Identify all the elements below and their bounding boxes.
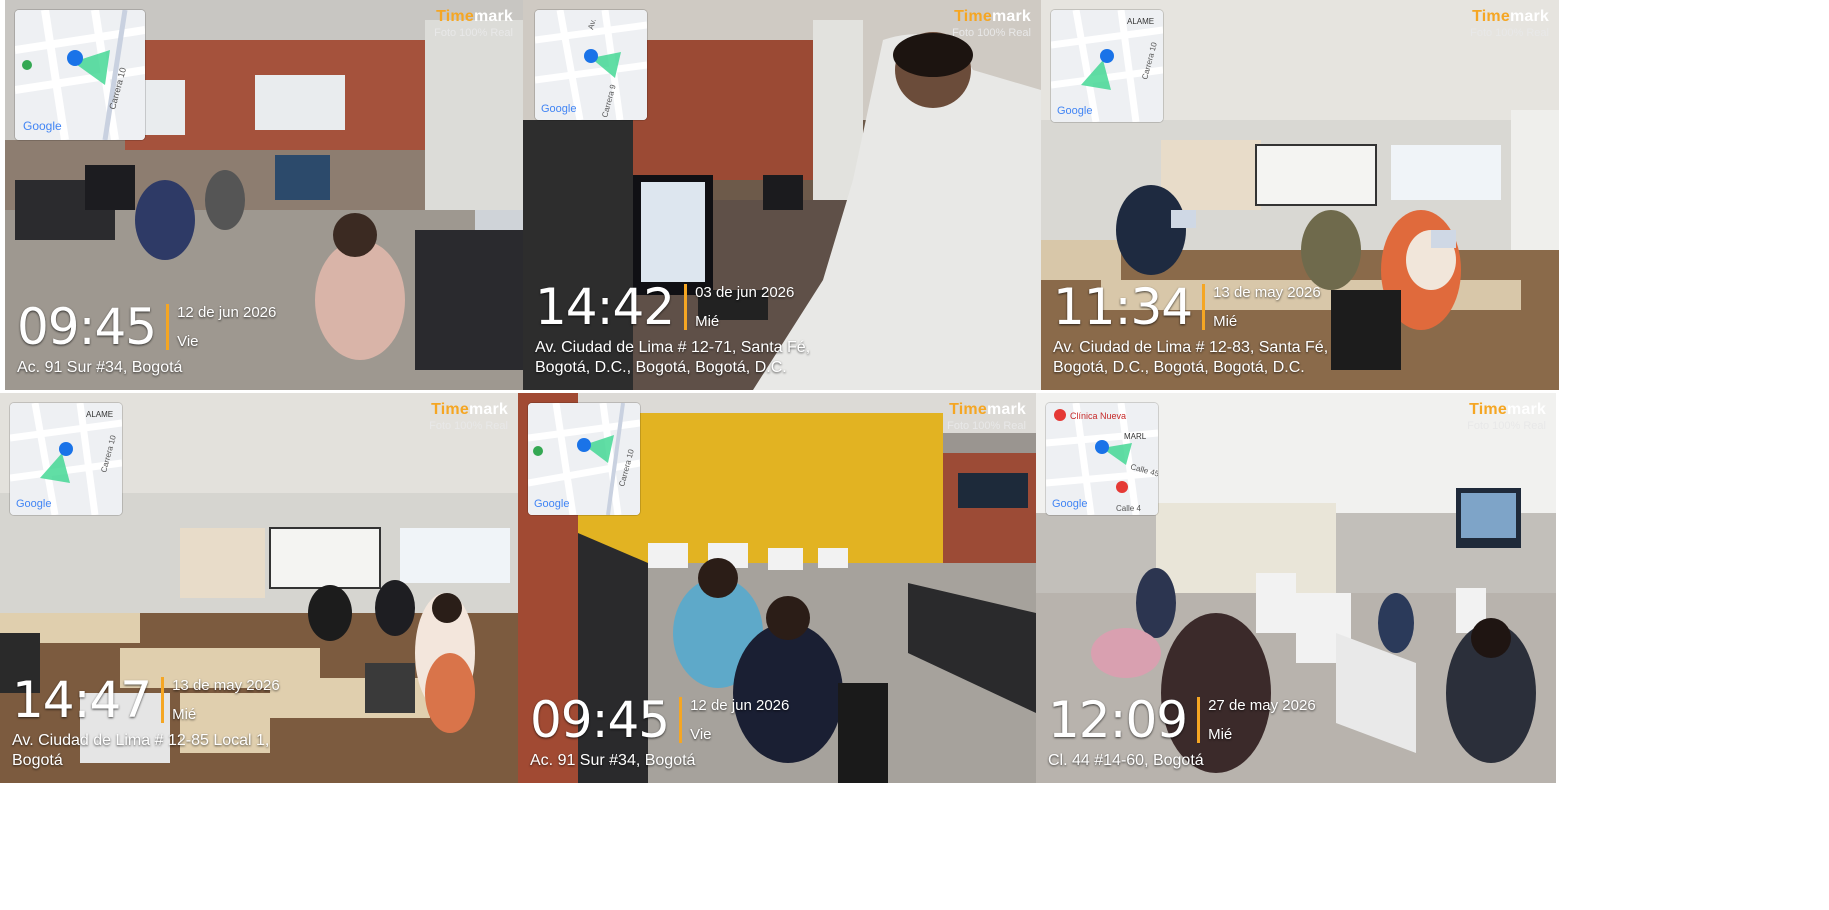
google-logo: Google: [23, 119, 62, 133]
map-street-label: ALAME: [86, 410, 113, 419]
location-map-thumbnail: Clínica Nueva MARL Calle 45 Calle 4 Goog…: [1046, 403, 1158, 515]
weekday-text: Mié: [1213, 313, 1238, 330]
time-text: 09:45: [17, 298, 157, 356]
time-text: 11:34: [1053, 278, 1193, 336]
location-map-thumbnail: Google ALAME Carrera 10: [1051, 10, 1163, 122]
timemark-brand: Timemark Foto 100% Real: [1470, 8, 1549, 39]
photo-tile-4: Google ALAME Carrera 10 Timemark Foto 10…: [0, 393, 518, 783]
weekday-text: Vie: [177, 333, 199, 350]
map-poi-label: Clínica Nueva: [1070, 411, 1126, 421]
weekday-text: Mié: [1208, 726, 1233, 743]
timemark-brand: Timemark Foto 100% Real: [947, 401, 1026, 432]
address-line: Av. Ciudad de Lima # 12-83, Santa Fé,: [1053, 339, 1329, 356]
separator-bar: [684, 284, 688, 330]
tagline: Foto 100% Real: [429, 420, 508, 432]
google-logo: Google: [1052, 498, 1087, 510]
timestamp-overlay: 14:42 03 de jun 2026 Mié Av. Ciudad de L…: [535, 282, 810, 378]
timemark-brand: Timemark Foto 100% Real: [429, 401, 508, 432]
time-text: 09:45: [530, 691, 670, 749]
date-text: 13 de may 2026: [1213, 284, 1321, 301]
timemark-brand: Timemark Foto 100% Real: [1467, 401, 1546, 432]
address-line: Cl. 44 #14-60, Bogotá: [1048, 752, 1204, 769]
google-logo: Google: [16, 498, 51, 510]
map-street-label: MARL: [1124, 432, 1147, 441]
location-map-thumbnail: Google Av. Carrera 9: [535, 10, 647, 120]
time-text: 14:42: [535, 278, 675, 336]
weekday-text: Vie: [690, 726, 712, 743]
photo-tile-6: Clínica Nueva MARL Calle 45 Calle 4 Goog…: [1036, 393, 1556, 783]
timestamp-overlay: 14:47 13 de may 2026 Mié Av. Ciudad de L…: [12, 675, 280, 771]
location-map-thumbnail: Google Carrera 10: [528, 403, 640, 515]
map-street-label: Calle 4: [1116, 504, 1141, 513]
address-line: Bogotá: [12, 752, 63, 769]
address-line: Ac. 91 Sur #34, Bogotá: [530, 752, 696, 769]
date-text: 12 de jun 2026: [690, 697, 790, 714]
weekday-text: Mié: [695, 313, 720, 330]
address-line: Ac. 91 Sur #34, Bogotá: [17, 359, 183, 376]
date-text: 12 de jun 2026: [177, 304, 277, 321]
date-text: 27 de may 2026: [1208, 697, 1316, 714]
separator-bar: [1197, 697, 1201, 743]
location-map-thumbnail: Google Carrera 10: [15, 10, 145, 140]
tagline: Foto 100% Real: [947, 420, 1026, 432]
google-logo: Google: [1057, 105, 1092, 117]
weekday-text: Mié: [172, 706, 197, 723]
address-line: Av. Ciudad de Lima # 12-71, Santa Fé,: [535, 339, 811, 356]
separator-bar: [1202, 284, 1206, 330]
time-text: 12:09: [1048, 691, 1188, 749]
date-text: 03 de jun 2026: [695, 284, 795, 301]
google-logo: Google: [534, 498, 569, 510]
address-line: Av. Ciudad de Lima # 12-85 Local 1,: [12, 732, 270, 749]
photo-tile-5: Google Carrera 10 Timemark Foto 100% Rea…: [518, 393, 1036, 783]
tagline: Foto 100% Real: [952, 27, 1031, 39]
timestamp-overlay: 09:45 12 de jun 2026 Vie Ac. 91 Sur #34,…: [17, 302, 276, 378]
address-line: Bogotá, D.C., Bogotá, Bogotá, D.C.: [535, 359, 787, 376]
photo-tile-3: Google ALAME Carrera 10 Timemark Foto 10…: [1041, 0, 1559, 390]
tagline: Foto 100% Real: [1470, 27, 1549, 39]
separator-bar: [679, 697, 683, 743]
time-text: 14:47: [12, 671, 152, 729]
separator-bar: [166, 304, 170, 350]
timestamp-overlay: 11:34 13 de may 2026 Mié Av. Ciudad de L…: [1053, 282, 1328, 378]
google-logo: Google: [541, 103, 576, 115]
map-street-label: ALAME: [1127, 17, 1154, 26]
photo-tile-1: Google Carrera 10 Timemark Foto 100% Rea…: [5, 0, 523, 390]
timemark-brand: Timemark Foto 100% Real: [952, 8, 1031, 39]
tagline: Foto 100% Real: [434, 27, 513, 39]
address-line: Bogotá, D.C., Bogotá, Bogotá, D.C.: [1053, 359, 1305, 376]
photo-tile-2: Google Av. Carrera 9 Timemark Foto 100% …: [523, 0, 1041, 390]
timemark-brand: Timemark Foto 100% Real: [434, 8, 513, 39]
date-text: 13 de may 2026: [172, 677, 280, 694]
timestamp-overlay: 09:45 12 de jun 2026 Vie Ac. 91 Sur #34,…: [530, 695, 789, 771]
separator-bar: [161, 677, 165, 723]
timestamp-overlay: 12:09 27 de may 2026 Mié Cl. 44 #14-60, …: [1048, 695, 1316, 771]
location-map-thumbnail: Google ALAME Carrera 10: [10, 403, 122, 515]
tagline: Foto 100% Real: [1467, 420, 1546, 432]
